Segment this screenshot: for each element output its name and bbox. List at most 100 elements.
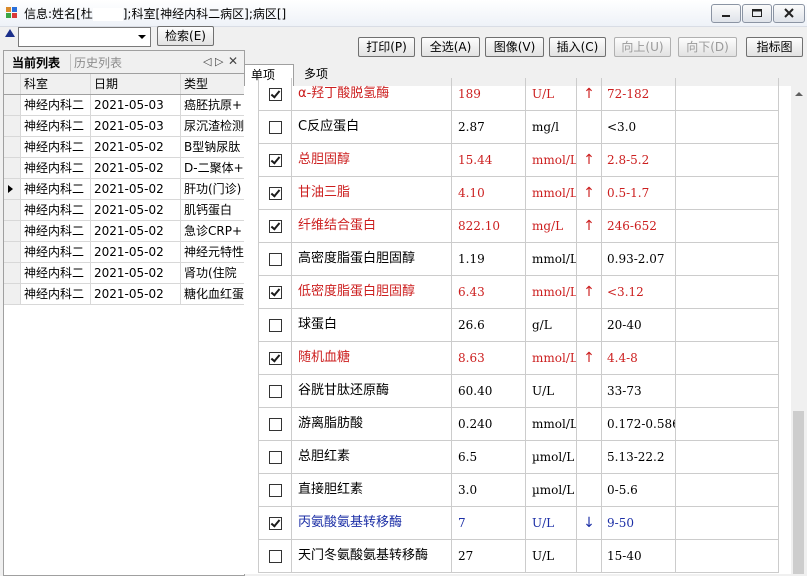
search-button[interactable]: 检索(E) (157, 26, 214, 46)
result-row[interactable]: 高密度脂蛋白胆固醇 1.19 mmol/L 0.93-2.07 (259, 243, 779, 276)
result-row[interactable]: 总胆红素 6.5 µmol/L 5.13-22.2 (259, 441, 779, 474)
insert-button[interactable]: 插入(C) (549, 37, 606, 57)
tab-current-list[interactable]: 当前列表 (12, 54, 60, 71)
select-all-button[interactable]: 全选(A) (421, 37, 480, 57)
print-button[interactable]: 打印(P) (358, 37, 415, 57)
result-name: 纤维结合蛋白 (292, 210, 452, 242)
maximize-button[interactable] (742, 4, 772, 23)
result-row[interactable]: C反应蛋白 2.87 mg/l <3.0 (259, 111, 779, 144)
row-selector[interactable] (4, 95, 21, 115)
result-checkbox[interactable] (269, 220, 282, 233)
result-unit: U/L (527, 540, 577, 572)
prev-tab-icon[interactable]: ◁ (203, 55, 211, 68)
result-row[interactable]: 低密度脂蛋白胆固醇 6.43 mmol/L ↑ <3.12 (259, 276, 779, 309)
filter-combobox[interactable] (18, 27, 151, 47)
move-down-button[interactable]: 向下(D) (678, 37, 737, 57)
row-selector[interactable] (4, 200, 21, 220)
sort-up-icon[interactable] (5, 29, 15, 37)
result-checkbox[interactable] (269, 484, 282, 497)
cell-date: 2021-05-02 (91, 242, 181, 262)
result-flag: ↓ (577, 507, 602, 539)
result-value: 15.44 (452, 144, 526, 176)
result-flag: ↑ (577, 177, 602, 209)
result-row[interactable]: 丙氨酸氨基转移酶 7 U/L ↓ 9-50 (259, 507, 779, 540)
result-checkbox[interactable] (269, 187, 282, 200)
result-flag (577, 111, 602, 143)
result-row[interactable]: α-羟丁酸脱氢酶 189 U/L ↑ 72-182 (259, 78, 779, 111)
move-up-button[interactable]: 向上(U) (614, 37, 671, 57)
table-row[interactable]: 神经内科二 2021-05-02 肾功(住院 (4, 263, 244, 284)
result-checkbox[interactable] (269, 517, 282, 530)
table-row[interactable]: 神经内科二 2021-05-02 D-二聚体+ (4, 158, 244, 179)
result-checkbox[interactable] (269, 154, 282, 167)
tab-history-list[interactable]: 历史列表 (70, 54, 122, 71)
result-extra (677, 408, 779, 440)
result-checkbox[interactable] (269, 352, 282, 365)
result-row[interactable]: 游离脂肪酸 0.240 mmol/L 0.172-0.586 (259, 408, 779, 441)
result-checkbox[interactable] (269, 418, 282, 431)
row-selector[interactable] (4, 179, 21, 199)
vertical-scrollbar[interactable] (791, 86, 807, 574)
result-checkbox[interactable] (269, 88, 282, 101)
result-row[interactable]: 球蛋白 26.6 g/L 20-40 (259, 309, 779, 342)
result-row[interactable]: 天门冬氨酸氨基转移酶 27 U/L 15-40 (259, 540, 779, 573)
row-selector[interactable] (4, 242, 21, 262)
cell-type: 肝功(门诊) (184, 182, 242, 196)
row-selector[interactable] (4, 221, 21, 241)
row-selector[interactable] (4, 116, 21, 136)
checkbox-cell (259, 375, 292, 407)
row-selector[interactable] (4, 284, 21, 304)
result-checkbox[interactable] (269, 286, 282, 299)
result-checkbox[interactable] (269, 121, 282, 134)
indicator-chart-button[interactable]: 指标图 (746, 37, 803, 57)
close-button[interactable] (773, 4, 805, 23)
close-panel-icon[interactable]: ✕ (228, 54, 238, 68)
image-button[interactable]: 图像(V) (485, 37, 544, 57)
table-row[interactable]: 神经内科二 2021-05-02 B型钠尿肽 (4, 137, 244, 158)
column-header-date[interactable]: 日期 (91, 74, 181, 94)
scroll-thumb[interactable] (793, 411, 804, 574)
result-row[interactable]: 随机血糖 8.63 mmol/L ↑ 4.4-8 (259, 342, 779, 375)
table-row[interactable]: 神经内科二 2021-05-02 肝功(门诊) (4, 179, 244, 200)
cell-date: 2021-05-02 (91, 263, 181, 283)
result-extra (677, 309, 779, 341)
next-tab-icon[interactable]: ▷ (215, 55, 223, 68)
result-row[interactable]: 直接胆红素 3.0 µmol/L 0-5.6 (259, 474, 779, 507)
result-reference: 0-5.6 (602, 474, 676, 506)
result-row[interactable]: 总胆固醇 15.44 mmol/L ↑ 2.8-5.2 (259, 144, 779, 177)
result-row[interactable]: 谷胱甘肽还原酶 60.40 U/L 33-73 (259, 375, 779, 408)
result-checkbox[interactable] (269, 319, 282, 332)
result-name: 甘油三脂 (292, 177, 452, 209)
column-header-type[interactable]: 类型 (181, 74, 244, 94)
minimize-button[interactable] (711, 4, 741, 23)
result-checkbox[interactable] (269, 385, 282, 398)
checkbox-cell (259, 243, 292, 275)
results-table: α-羟丁酸脱氢酶 189 U/L ↑ 72-182 C反应蛋白 2.87 mg/l <3.0 总胆… (258, 78, 779, 573)
cell-dept: 神经内科二 (21, 95, 91, 115)
result-checkbox[interactable] (269, 253, 282, 266)
result-checkbox[interactable] (269, 550, 282, 563)
scroll-up-icon[interactable] (795, 92, 803, 96)
result-flag: ↑ (577, 210, 602, 242)
table-row[interactable]: 神经内科二 2021-05-03 尿沉渣检测 (4, 116, 244, 137)
table-row[interactable]: 神经内科二 2021-05-03 癌胚抗原+ (4, 95, 244, 116)
result-name: 随机血糖 (292, 342, 452, 374)
result-flag (577, 375, 602, 407)
result-extra (677, 177, 779, 209)
table-row[interactable]: 神经内科二 2021-05-02 糖化血红蛋 (4, 284, 244, 305)
row-selector[interactable] (4, 263, 21, 283)
cell-date: 2021-05-02 (91, 200, 181, 220)
row-selector[interactable] (4, 158, 21, 178)
row-selector[interactable] (4, 137, 21, 157)
table-row[interactable]: 神经内科二 2021-05-02 肌钙蛋白 (4, 200, 244, 221)
column-header-dept[interactable]: 科室 (21, 74, 91, 94)
result-value: 7 (452, 507, 526, 539)
title-bar: 信息:姓名[杜];科室[神经内科二病区];病区[] (0, 0, 807, 27)
checkbox-cell (259, 78, 292, 110)
result-name: 丙氨酸氨基转移酶 (292, 507, 452, 539)
table-row[interactable]: 神经内科二 2021-05-02 急诊CRP+ (4, 221, 244, 242)
result-checkbox[interactable] (269, 451, 282, 464)
result-row[interactable]: 甘油三脂 4.10 mmol/L ↑ 0.5-1.7 (259, 177, 779, 210)
result-row[interactable]: 纤维结合蛋白 822.10 mg/L ↑ 246-652 (259, 210, 779, 243)
table-row[interactable]: 神经内科二 2021-05-02 神经元特性 (4, 242, 244, 263)
